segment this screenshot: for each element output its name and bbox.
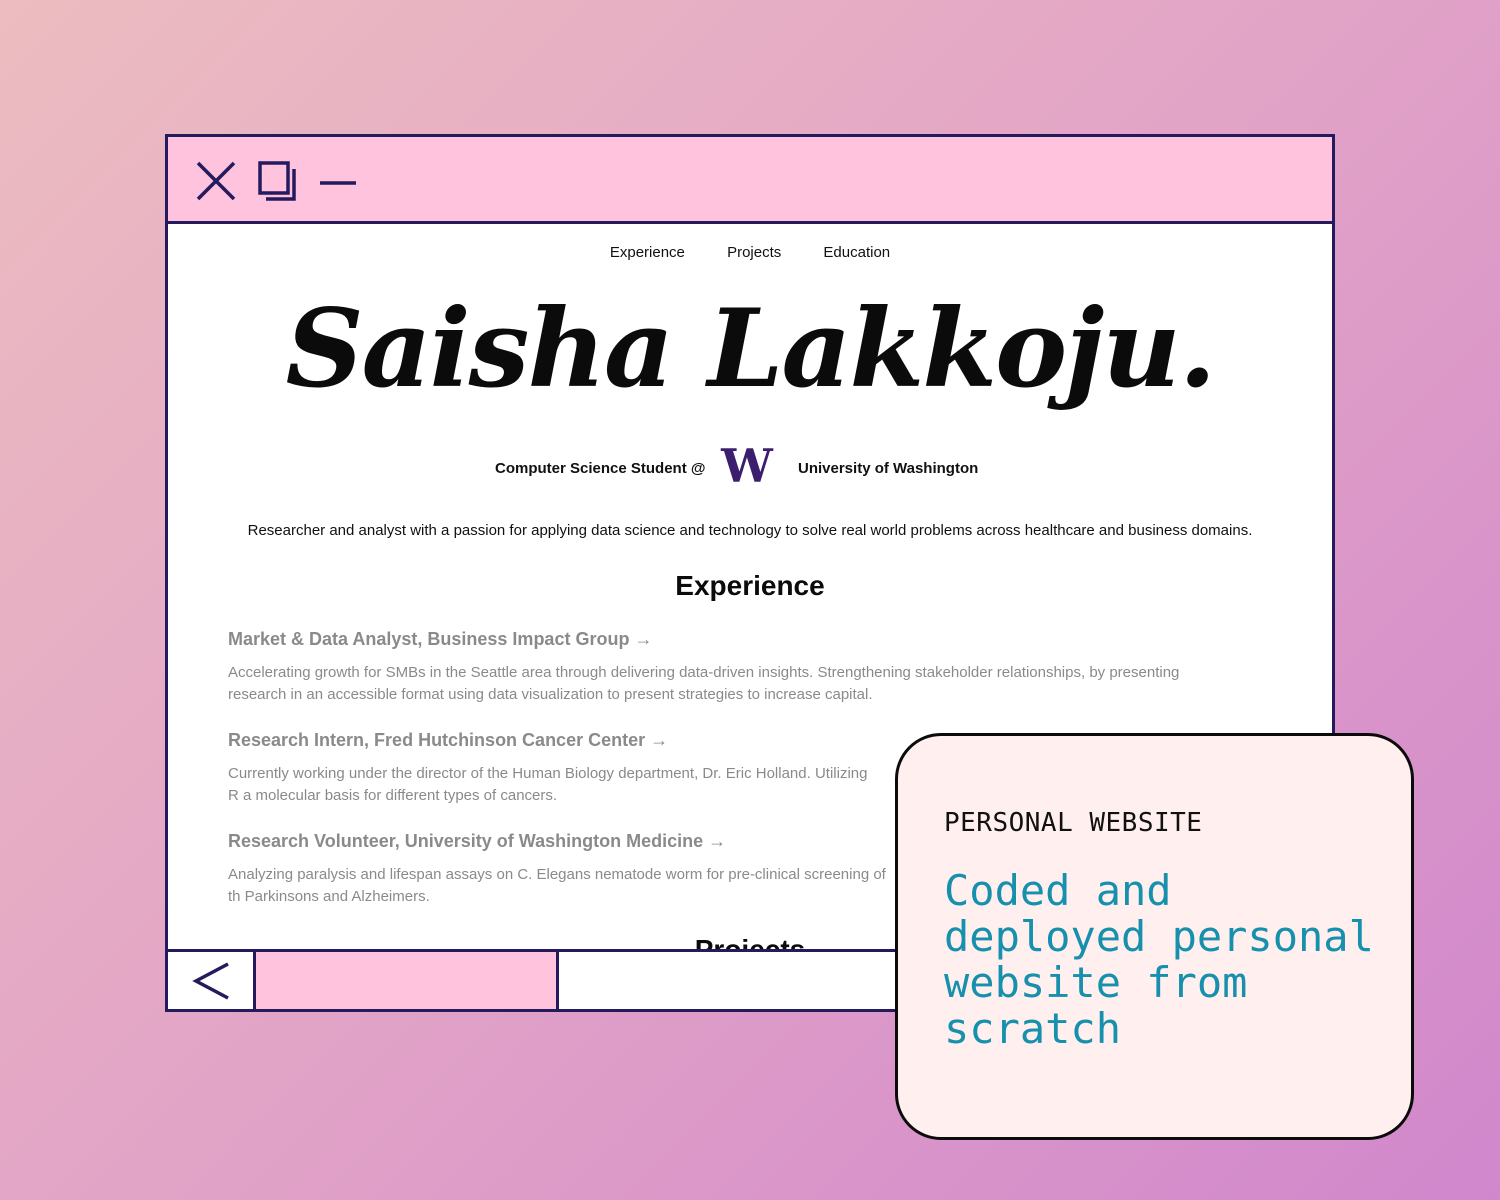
experience-heading: Experience	[675, 570, 825, 601]
subtitle-university: University of Washington	[798, 460, 979, 477]
nav-projects-link[interactable]: Projects	[727, 244, 781, 261]
back-button[interactable]	[168, 952, 256, 1009]
nav-experience-link[interactable]: Experience	[610, 244, 685, 261]
uw-logo-icon: W	[720, 446, 774, 486]
tagline: Researcher and analyst with a passion fo…	[247, 522, 1253, 539]
chevron-left-icon	[192, 962, 229, 1000]
footer-tab[interactable]	[256, 952, 559, 1009]
experience-item-desc: Currently working under the director of …	[228, 765, 868, 804]
restore-icon[interactable]	[256, 159, 300, 203]
experience-item-desc: Accelerating growth for SMBs in the Seat…	[228, 664, 1180, 703]
page-title: Saisha Lakkoju.	[285, 286, 1217, 412]
card-label: PERSONAL WEBSITE	[944, 808, 1203, 838]
experience-item-title-link[interactable]: Market & Data Analyst, Business Impact G…	[228, 629, 1208, 650]
top-nav: Experience Projects Education	[168, 244, 1332, 261]
experience-item: Market & Data Analyst, Business Impact G…	[228, 629, 1208, 706]
close-icon[interactable]	[194, 159, 238, 203]
minimize-icon[interactable]	[316, 159, 360, 203]
experience-item-desc: Analyzing paralysis and lifespan assays …	[228, 866, 886, 905]
window-titlebar	[168, 137, 1332, 224]
uw-logo-letter: W	[720, 446, 774, 486]
nav-education-link[interactable]: Education	[823, 244, 890, 261]
info-card: PERSONAL WEBSITE Coded and deployed pers…	[895, 733, 1414, 1140]
subtitle-role: Computer Science Student @	[495, 460, 706, 477]
card-body: Coded and deployed personal website from…	[944, 866, 1374, 1053]
